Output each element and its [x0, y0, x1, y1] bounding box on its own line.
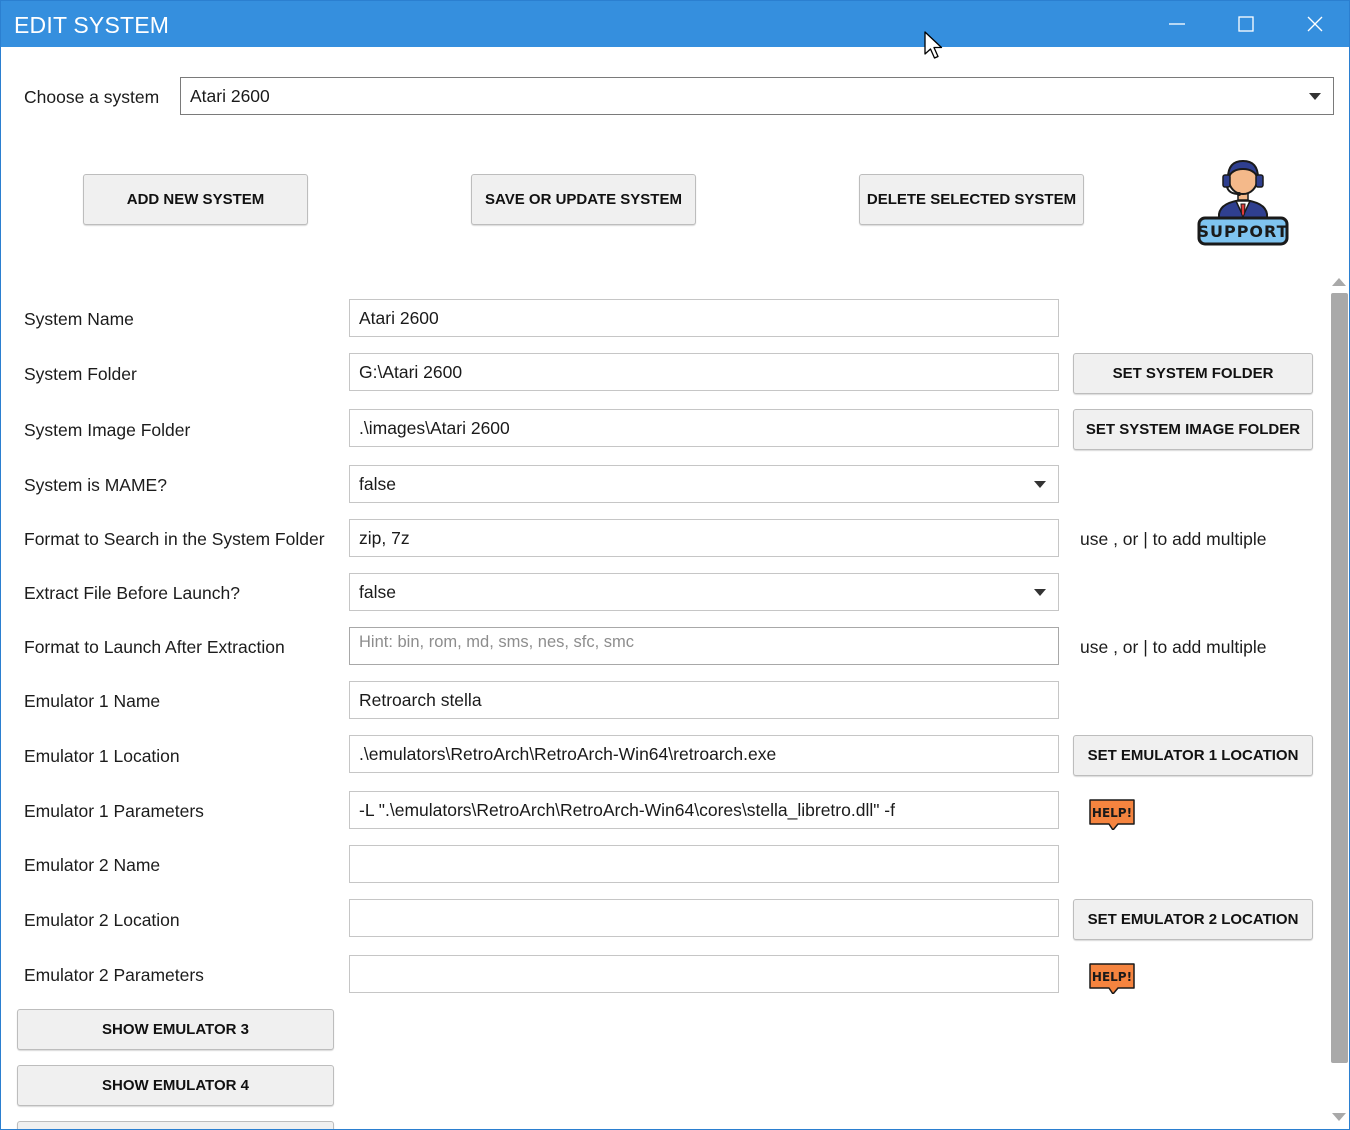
show-emulator5-button-partial[interactable]: [17, 1121, 334, 1129]
delete-selected-system-button[interactable]: DELETE SELECTED SYSTEM: [859, 174, 1084, 225]
system-is-mame-value: false: [359, 473, 396, 494]
maximize-icon: [1238, 16, 1254, 32]
show-emulator4-button[interactable]: SHOW EMULATOR 4: [17, 1065, 334, 1106]
format-search-field[interactable]: zip, 7z: [349, 519, 1059, 557]
emulator1-parameters-field[interactable]: -L ".\emulators\RetroArch\RetroArch-Win6…: [349, 791, 1059, 829]
format-search-label: Format to Search in the System Folder: [24, 529, 325, 549]
system-image-folder-label: System Image Folder: [24, 420, 191, 440]
scrollbar-thumb[interactable]: [1331, 293, 1348, 1063]
emulator1-help-icon[interactable]: HELP!: [1088, 798, 1136, 830]
scroll-up-arrow-icon[interactable]: [1332, 278, 1346, 286]
emulator1-location-field[interactable]: .\emulators\RetroArch\RetroArch-Win64\re…: [349, 735, 1059, 773]
emulator2-location-label: Emulator 2 Location: [24, 910, 180, 930]
set-emulator1-location-button[interactable]: SET EMULATOR 1 LOCATION: [1073, 735, 1313, 776]
format-launch-label: Format to Launch After Extraction: [24, 637, 285, 657]
system-image-folder-field[interactable]: .\images\Atari 2600: [349, 409, 1059, 447]
chevron-down-icon: [1309, 93, 1321, 100]
emulator2-help-icon[interactable]: HELP!: [1088, 962, 1136, 994]
extract-before-launch-label: Extract File Before Launch?: [24, 583, 240, 603]
close-button[interactable]: [1292, 1, 1338, 47]
edit-system-window: EDIT SYSTEM Choose a system Atari 2600 A…: [0, 0, 1350, 1130]
chevron-down-icon: [1034, 589, 1046, 596]
set-system-image-folder-button[interactable]: SET SYSTEM IMAGE FOLDER: [1073, 409, 1313, 450]
format-launch-field[interactable]: Hint: bin, rom, md, sms, nes, sfc, smc: [349, 627, 1059, 665]
maximize-button[interactable]: [1223, 1, 1269, 47]
extract-before-launch-value: false: [359, 581, 396, 602]
minimize-icon: [1169, 23, 1185, 25]
vertical-scrollbar[interactable]: [1329, 273, 1349, 1129]
title-bar: EDIT SYSTEM: [1, 1, 1349, 47]
emulator1-parameters-label: Emulator 1 Parameters: [24, 801, 204, 821]
choose-system-label: Choose a system: [24, 87, 160, 107]
support-agent-icon: SUPPORT: [1197, 159, 1289, 246]
chevron-down-icon: [1034, 481, 1046, 488]
support-text: SUPPORT: [1197, 222, 1288, 241]
set-emulator2-location-button[interactable]: SET EMULATOR 2 LOCATION: [1073, 899, 1313, 940]
format-launch-hint: use , or | to add multiple: [1080, 637, 1267, 657]
format-search-hint: use , or | to add multiple: [1080, 529, 1267, 549]
system-name-field[interactable]: Atari 2600: [349, 299, 1059, 337]
extract-before-launch-select[interactable]: false: [349, 573, 1059, 611]
emulator1-location-label: Emulator 1 Location: [24, 746, 180, 766]
emulator2-name-label: Emulator 2 Name: [24, 855, 161, 875]
emulator2-name-field[interactable]: [349, 845, 1059, 883]
minimize-button[interactable]: [1154, 1, 1200, 47]
emulator1-name-label: Emulator 1 Name: [24, 691, 161, 711]
close-icon: [1307, 16, 1323, 32]
system-folder-label: System Folder: [24, 364, 137, 384]
show-emulator3-button[interactable]: SHOW EMULATOR 3: [17, 1009, 334, 1050]
scroll-down-arrow-icon[interactable]: [1332, 1113, 1346, 1121]
set-system-folder-button[interactable]: SET SYSTEM FOLDER: [1073, 353, 1313, 394]
emulator1-name-field[interactable]: Retroarch stella: [349, 681, 1059, 719]
system-select[interactable]: Atari 2600: [180, 77, 1334, 115]
save-or-update-system-button[interactable]: SAVE OR UPDATE SYSTEM: [471, 174, 696, 225]
help-text: HELP!: [1092, 806, 1132, 820]
mouse-cursor-icon: [924, 31, 943, 59]
emulator2-parameters-label: Emulator 2 Parameters: [24, 965, 204, 985]
emulator2-location-field[interactable]: [349, 899, 1059, 937]
add-new-system-button[interactable]: ADD NEW SYSTEM: [83, 174, 308, 225]
window-title: EDIT SYSTEM: [14, 12, 170, 38]
system-is-mame-label: System is MAME?: [24, 475, 167, 495]
system-is-mame-select[interactable]: false: [349, 465, 1059, 503]
system-folder-field[interactable]: G:\Atari 2600: [349, 353, 1059, 391]
system-select-value: Atari 2600: [190, 85, 270, 106]
emulator2-parameters-field[interactable]: [349, 955, 1059, 993]
help-text: HELP!: [1092, 970, 1132, 984]
support-button[interactable]: SUPPORT: [1197, 154, 1289, 248]
system-name-label: System Name: [24, 309, 134, 329]
